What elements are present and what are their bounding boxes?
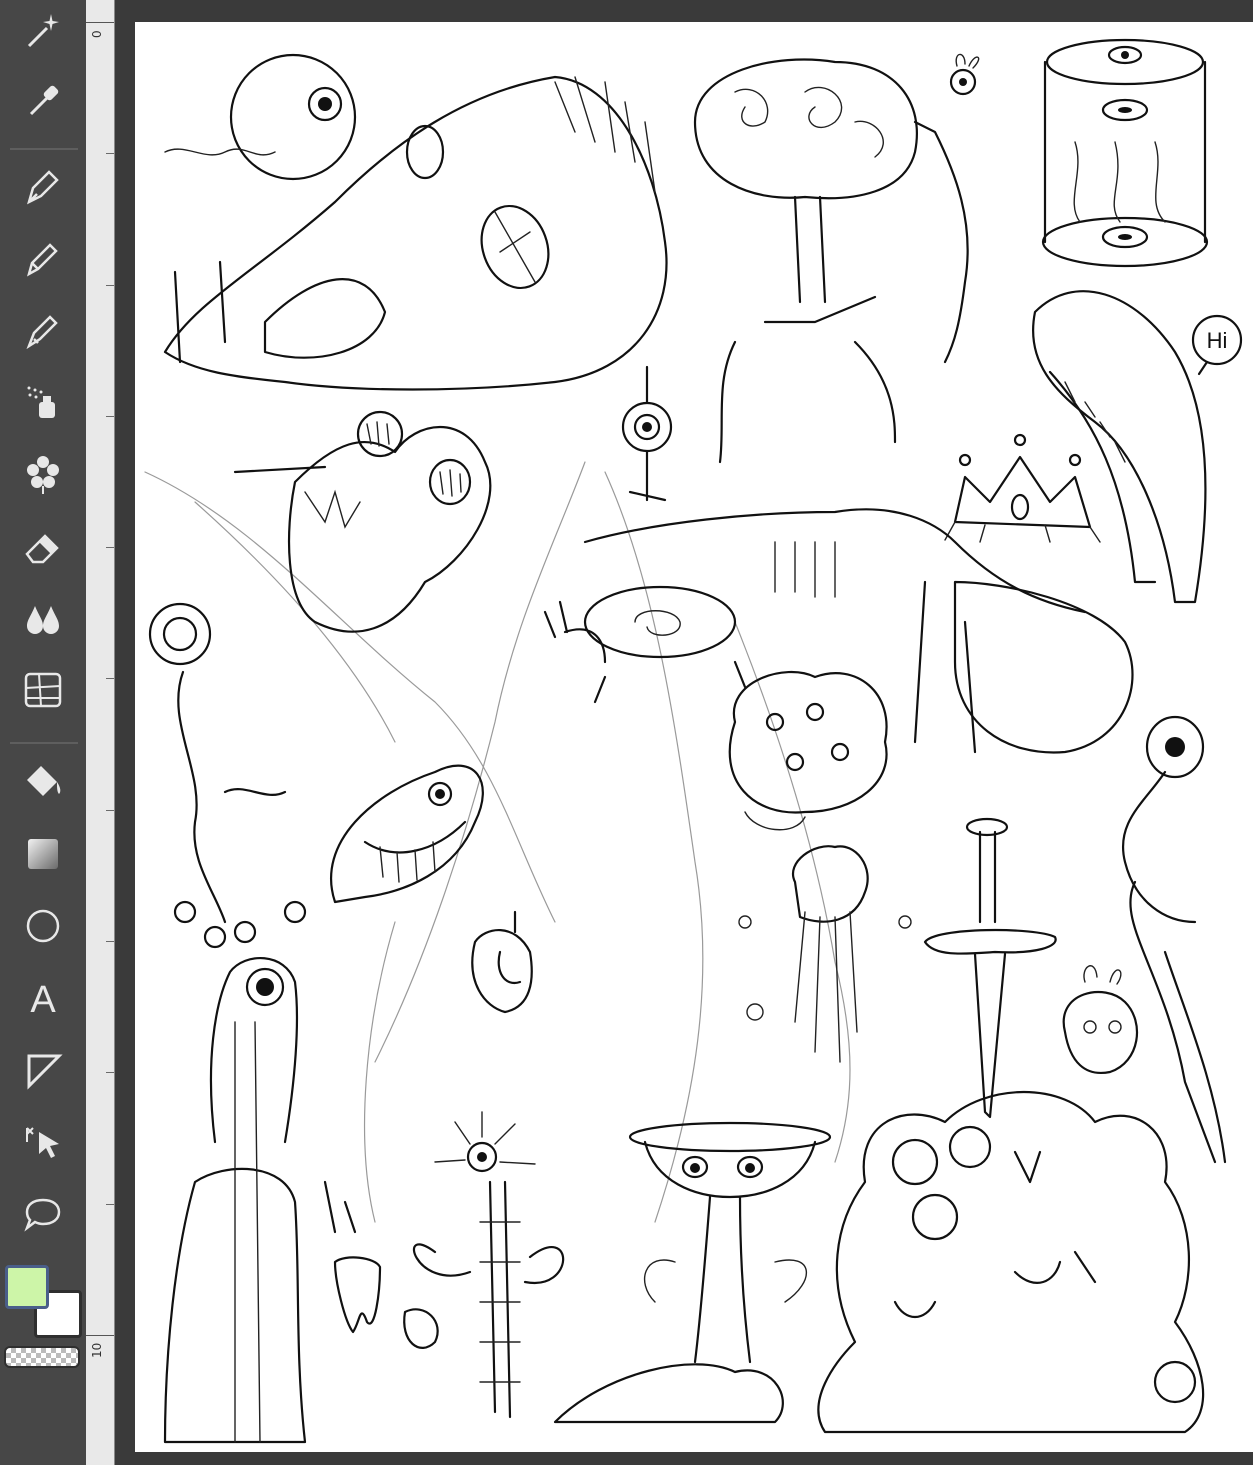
lasso-tool[interactable] [8, 1184, 78, 1244]
ruler-triangle-icon [27, 1054, 63, 1090]
eyedropper-tool[interactable] [8, 70, 78, 130]
transparent-color-swatch[interactable] [4, 1346, 80, 1368]
text-icon: A [30, 979, 56, 1020]
spine-creature-sketch [412, 1111, 565, 1419]
figure-tool[interactable] [8, 896, 78, 956]
ruler-tick [106, 1072, 114, 1073]
ruler-tick [86, 1335, 114, 1336]
sketch-artwork: Hi [144, 38, 1243, 1444]
ruler-label-10: 10 [90, 1342, 104, 1358]
ruler-tick [106, 941, 114, 942]
eraser-tool[interactable] [8, 516, 78, 576]
droplets-icon [27, 606, 59, 634]
decoration-tool[interactable] [8, 444, 78, 504]
ruler-tick [106, 153, 114, 154]
main-color-swatch[interactable] [5, 1265, 49, 1309]
text-tool[interactable]: A [8, 968, 78, 1028]
pencil-icon [27, 243, 58, 277]
circle-icon [26, 909, 60, 943]
frame-border-tool[interactable] [8, 660, 78, 720]
ruler-tick [106, 810, 114, 811]
tool-separator [10, 148, 78, 150]
goblet-sketch [553, 1121, 832, 1424]
speech-balloon-icon [24, 1198, 61, 1232]
grid-icon [24, 672, 62, 708]
bee-sketch [949, 53, 980, 96]
flower-icon [27, 456, 59, 494]
crown-sketch [944, 433, 1101, 543]
sword-sketch [923, 817, 1057, 1119]
ruler-tool[interactable] [8, 1040, 78, 1100]
speech-text: Hi [1207, 328, 1228, 353]
tool-separator [10, 742, 78, 744]
eraser-icon [25, 534, 59, 564]
paint-bucket-icon [27, 766, 61, 796]
ruler-tick [86, 22, 114, 23]
hook-sketch [471, 910, 533, 1014]
ruler-tick [106, 678, 114, 679]
eye-blob-sketch [728, 670, 888, 831]
drawing-canvas[interactable]: Hi [135, 22, 1253, 1452]
small-skull-sketch [1062, 965, 1139, 1075]
vertical-ruler: 0 10 [86, 0, 115, 1465]
jellyfish-sketch [738, 845, 912, 1063]
mask-creature-sketch [233, 410, 492, 633]
magic-wand-icon [27, 14, 59, 48]
ruler-tick [106, 547, 114, 548]
pen-tool[interactable] [8, 156, 78, 216]
operation-tool[interactable] [8, 1112, 78, 1172]
tool-palette: A [0, 0, 86, 1465]
airbrush-tool[interactable] [8, 372, 78, 432]
eye-column-sketch [163, 957, 307, 1444]
eye-stalk-sketch [621, 365, 673, 502]
brush-icon [26, 315, 58, 350]
fill-tool[interactable] [8, 752, 78, 812]
grin-creature-sketch [329, 764, 484, 904]
speech-bubble-sketch: Hi [1191, 314, 1243, 376]
gradient-tool[interactable] [8, 824, 78, 884]
horse-creature-sketch [583, 508, 1134, 754]
airbrush-icon [27, 386, 55, 418]
skull-sketch [163, 53, 668, 391]
cursor-icon [26, 1127, 59, 1158]
pen-icon [27, 170, 59, 205]
tongue-creature-sketch [1032, 290, 1207, 604]
eyedropper-icon [29, 85, 59, 116]
text-tool-glyph: A [30, 979, 56, 1020]
snake-balloon-sketch [148, 602, 307, 949]
ruler-label-0: 0 [90, 30, 104, 38]
magic-wand-tool[interactable] [8, 0, 78, 60]
ruler-tick [106, 1204, 114, 1205]
snail-sketch [543, 585, 747, 704]
ruler-tick [106, 416, 114, 417]
brain-tree-sketch [693, 58, 969, 464]
brush-tool[interactable] [8, 300, 78, 360]
blob-pile-sketch [817, 1090, 1205, 1434]
ruler-tick [106, 285, 114, 286]
eye-capsule-sketch [1041, 38, 1209, 268]
ribbon-creature-sketch [1122, 715, 1227, 1164]
pencil-tool[interactable] [8, 228, 78, 288]
blend-tool[interactable] [8, 588, 78, 648]
gradient-icon [28, 839, 58, 869]
